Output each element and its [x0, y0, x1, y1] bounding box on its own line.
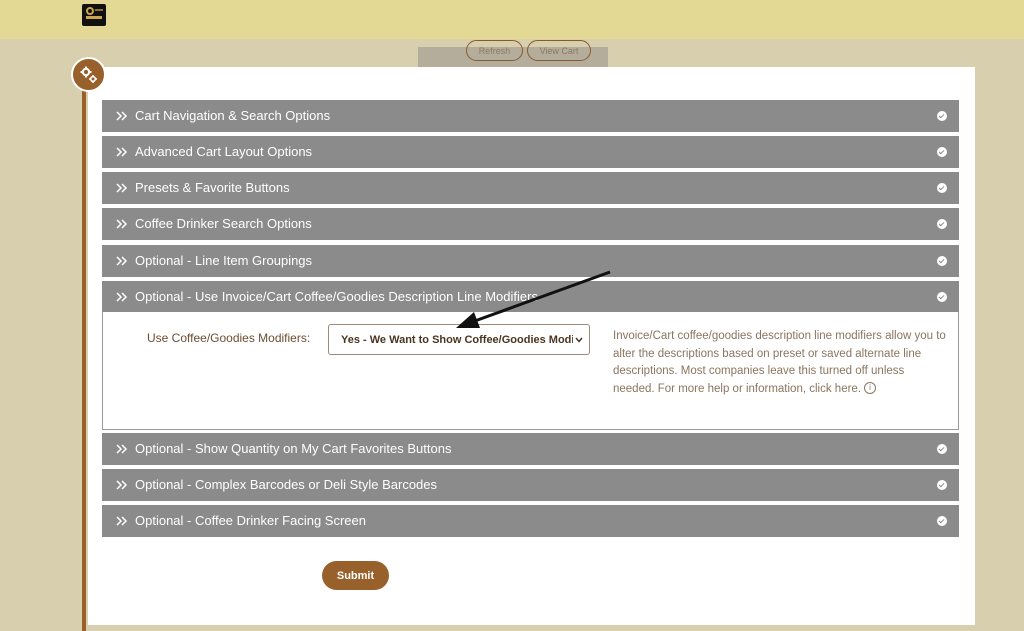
view-cart-button[interactable]: View Cart — [527, 40, 591, 61]
accordion-title: Optional - Complex Barcodes or Deli Styl… — [135, 477, 438, 492]
chevron-down-icon[interactable] — [937, 219, 947, 229]
chevron-down-icon[interactable] — [937, 147, 947, 157]
double-chevron-right-icon — [116, 219, 128, 229]
accordion-presets-favorites[interactable]: Presets & Favorite Buttons — [102, 172, 959, 204]
refresh-button[interactable]: Refresh — [466, 40, 523, 61]
chevron-down-icon — [575, 337, 583, 343]
double-chevron-right-icon — [116, 256, 128, 266]
help-text[interactable]: Invoice/Cart coffee/goodies description … — [613, 330, 946, 395]
accordion-title: Advanced Cart Layout Options — [135, 144, 313, 159]
submit-button[interactable]: Submit — [322, 561, 389, 590]
accordion-line-item-groupings[interactable]: Optional - Line Item Groupings — [102, 245, 959, 277]
accordion-title: Optional - Use Invoice/Cart Coffee/Goodi… — [135, 289, 538, 304]
modifiers-field-label: Use Coffee/Goodies Modifiers: — [147, 331, 311, 345]
timeline-line — [82, 75, 86, 631]
accordion-complex-barcodes[interactable]: Optional - Complex Barcodes or Deli Styl… — [102, 469, 959, 501]
double-chevron-right-icon — [116, 183, 128, 193]
double-chevron-right-icon — [116, 292, 128, 302]
chevron-down-icon[interactable] — [937, 111, 947, 121]
modifiers-select[interactable]: Yes - We Want to Show Coffee/Goodies Mod… — [328, 324, 590, 355]
accordion-title: Cart Navigation & Search Options — [135, 108, 331, 123]
accordion-show-quantity[interactable]: Optional - Show Quantity on My Cart Favo… — [102, 433, 959, 465]
double-chevron-right-icon — [116, 480, 128, 490]
accordion-coffee-drinker-search[interactable]: Coffee Drinker Search Options — [102, 208, 959, 240]
double-chevron-right-icon — [116, 111, 128, 121]
double-chevron-right-icon — [116, 147, 128, 157]
top-bar — [0, 0, 1024, 39]
gears-icon — [71, 57, 106, 92]
accordion-title: Optional - Coffee Drinker Facing Screen — [135, 513, 366, 528]
modifiers-select-value: Yes - We Want to Show Coffee/Goodies Mod… — [341, 334, 573, 346]
chevron-down-icon[interactable] — [937, 516, 947, 526]
accordion-cart-navigation[interactable]: Cart Navigation & Search Options — [102, 100, 959, 132]
accordion-description-modifiers[interactable]: Optional - Use Invoice/Cart Coffee/Goodi… — [102, 281, 959, 313]
company-logo[interactable] — [82, 4, 106, 26]
chevron-down-icon[interactable] — [937, 292, 947, 302]
accordion-title: Optional - Line Item Groupings — [135, 253, 313, 268]
info-icon[interactable]: i — [864, 382, 877, 395]
accordion-title: Presets & Favorite Buttons — [135, 180, 290, 195]
double-chevron-right-icon — [116, 516, 128, 526]
modifiers-help-text: Invoice/Cart coffee/goodies description … — [613, 328, 948, 398]
chevron-down-icon[interactable] — [937, 480, 947, 490]
accordion-advanced-layout[interactable]: Advanced Cart Layout Options — [102, 136, 959, 168]
accordion-title: Optional - Show Quantity on My Cart Favo… — [135, 441, 452, 456]
chevron-down-icon[interactable] — [937, 183, 947, 193]
chevron-down-icon[interactable] — [937, 256, 947, 266]
accordion-coffee-drinker-facing-screen[interactable]: Optional - Coffee Drinker Facing Screen — [102, 505, 959, 537]
accordion-title: Coffee Drinker Search Options — [135, 216, 312, 231]
chevron-down-icon[interactable] — [937, 444, 947, 454]
double-chevron-right-icon — [116, 444, 128, 454]
